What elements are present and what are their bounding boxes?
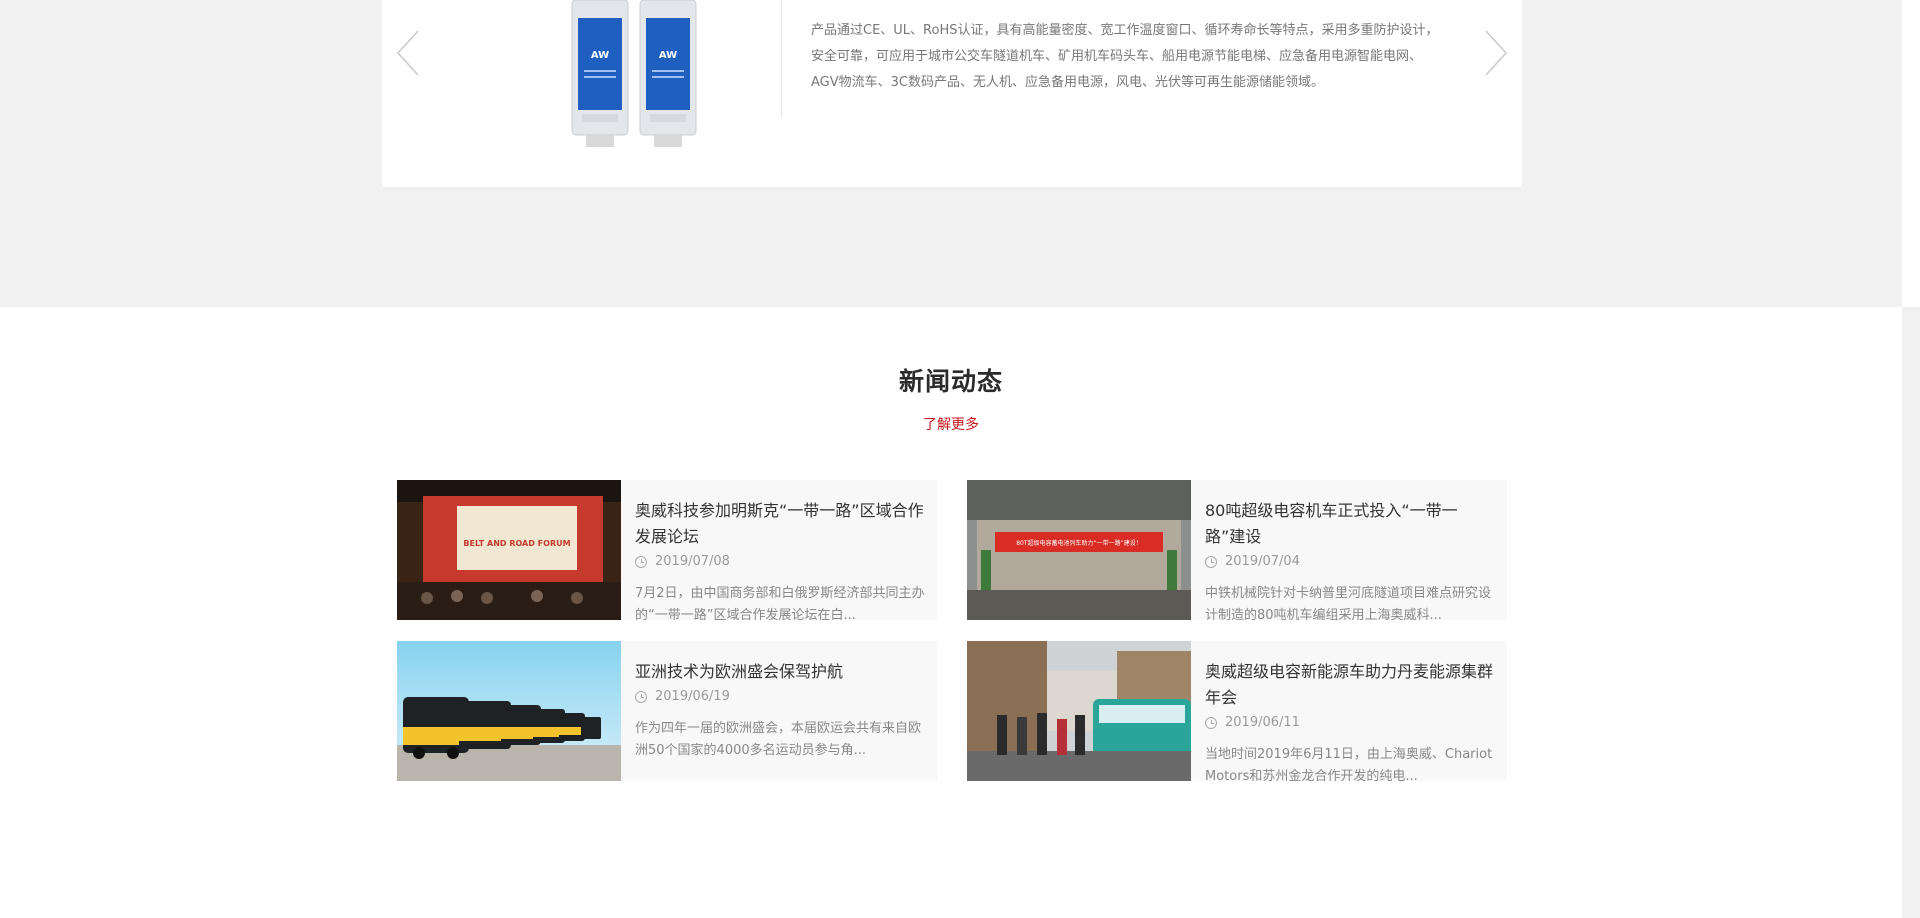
thumb-banner-text: 80T超级电容蓄电池列车助力“一带一路”建设！ <box>1016 539 1142 547</box>
news-date: 2019/07/08 <box>635 554 925 569</box>
divider <box>781 0 782 117</box>
news-date-text: 2019/06/11 <box>1225 715 1300 730</box>
clock-icon <box>1205 716 1217 729</box>
scrollbar-track[interactable] <box>1902 307 1920 918</box>
section-title: 新闻动态 <box>898 367 1003 396</box>
news-card[interactable]: 80T超级电容蓄电池列车助力“一带一路”建设！ 80吨超级电容机车正式投入“一带… <box>967 480 1507 620</box>
news-body: 奥威超级电容新能源车助力丹麦能源集群年会 2019/06/11 当地时间2019… <box>1205 659 1495 781</box>
product-image: AW AW <box>536 0 716 150</box>
product-logo-right: AW <box>659 50 677 61</box>
news-thumbnail <box>397 641 621 781</box>
news-date: 2019/07/04 <box>1205 554 1495 569</box>
news-date: 2019/06/11 <box>1205 715 1495 730</box>
news-date-text: 2019/07/04 <box>1225 554 1300 569</box>
news-headline[interactable]: 亚洲技术为欧洲盛会保驾护航 <box>635 659 925 685</box>
news-body: 奥威科技参加明斯克“一带一路”区域合作发展论坛 2019/07/08 7月2日，… <box>635 498 925 620</box>
prev-arrow-icon[interactable] <box>394 28 422 78</box>
thumb-banner-text: BELT AND ROAD FORUM <box>463 539 570 548</box>
news-headline[interactable]: 80吨超级电容机车正式投入“一带一路”建设 <box>1205 498 1495 550</box>
next-arrow-icon[interactable] <box>1482 28 1510 78</box>
news-thumbnail: 80T超级电容蓄电池列车助力“一带一路”建设！ <box>967 480 1191 620</box>
news-thumbnail <box>967 641 1191 781</box>
product-card: AW AW 产品通过CE、UL、RoHS认证，具有高能量密度、宽工作温度窗口、循… <box>382 0 1522 187</box>
news-headline[interactable]: 奥威科技参加明斯克“一带一路”区域合作发展论坛 <box>635 498 925 550</box>
news-card[interactable]: 亚洲技术为欧洲盛会保驾护航 2019/06/19 作为四年一届的欧洲盛会，本届欧… <box>397 641 937 781</box>
news-body: 80吨超级电容机车正式投入“一带一路”建设 2019/07/04 中铁机械院针对… <box>1205 498 1495 620</box>
news-card[interactable]: 奥威超级电容新能源车助力丹麦能源集群年会 2019/06/11 当地时间2019… <box>967 641 1507 781</box>
product-band: AW AW 产品通过CE、UL、RoHS认证，具有高能量密度、宽工作温度窗口、循… <box>0 0 1902 307</box>
product-description: 产品通过CE、UL、RoHS认证，具有高能量密度、宽工作温度窗口、循环寿命长等特… <box>811 23 1439 90</box>
news-date-text: 2019/07/08 <box>655 554 730 569</box>
more-link[interactable]: 了解更多 <box>0 414 1902 434</box>
news-body: 亚洲技术为欧洲盛会保驾护航 2019/06/19 作为四年一届的欧洲盛会，本届欧… <box>635 659 925 762</box>
clock-icon <box>1205 555 1217 568</box>
news-headline[interactable]: 奥威超级电容新能源车助力丹麦能源集群年会 <box>1205 659 1495 711</box>
news-excerpt: 作为四年一届的欧洲盛会，本届欧运会共有来自欧洲50个国家的4000多名运动员参与… <box>635 721 922 758</box>
news-date: 2019/06/19 <box>635 689 925 704</box>
news-excerpt: 中铁机械院针对卡纳普里河底隧道项目难点研究设计制造的80吨机车编组采用上海奥威科… <box>1205 586 1492 620</box>
news-excerpt: 7月2日，由中国商务部和白俄罗斯经济部共同主办的“一带一路”区域合作发展论坛在白… <box>635 586 925 620</box>
clock-icon <box>635 555 647 568</box>
clock-icon <box>635 690 647 703</box>
news-thumbnail: BELT AND ROAD FORUM <box>397 480 621 620</box>
product-logo-left: AW <box>591 50 609 61</box>
news-date-text: 2019/06/19 <box>655 689 730 704</box>
news-excerpt: 当地时间2019年6月11日，由上海奥威、Chariot Motors和苏州金龙… <box>1205 747 1493 781</box>
news-card[interactable]: BELT AND ROAD FORUM 奥威科技参加明斯克“一带一路”区域合作发… <box>397 480 937 620</box>
